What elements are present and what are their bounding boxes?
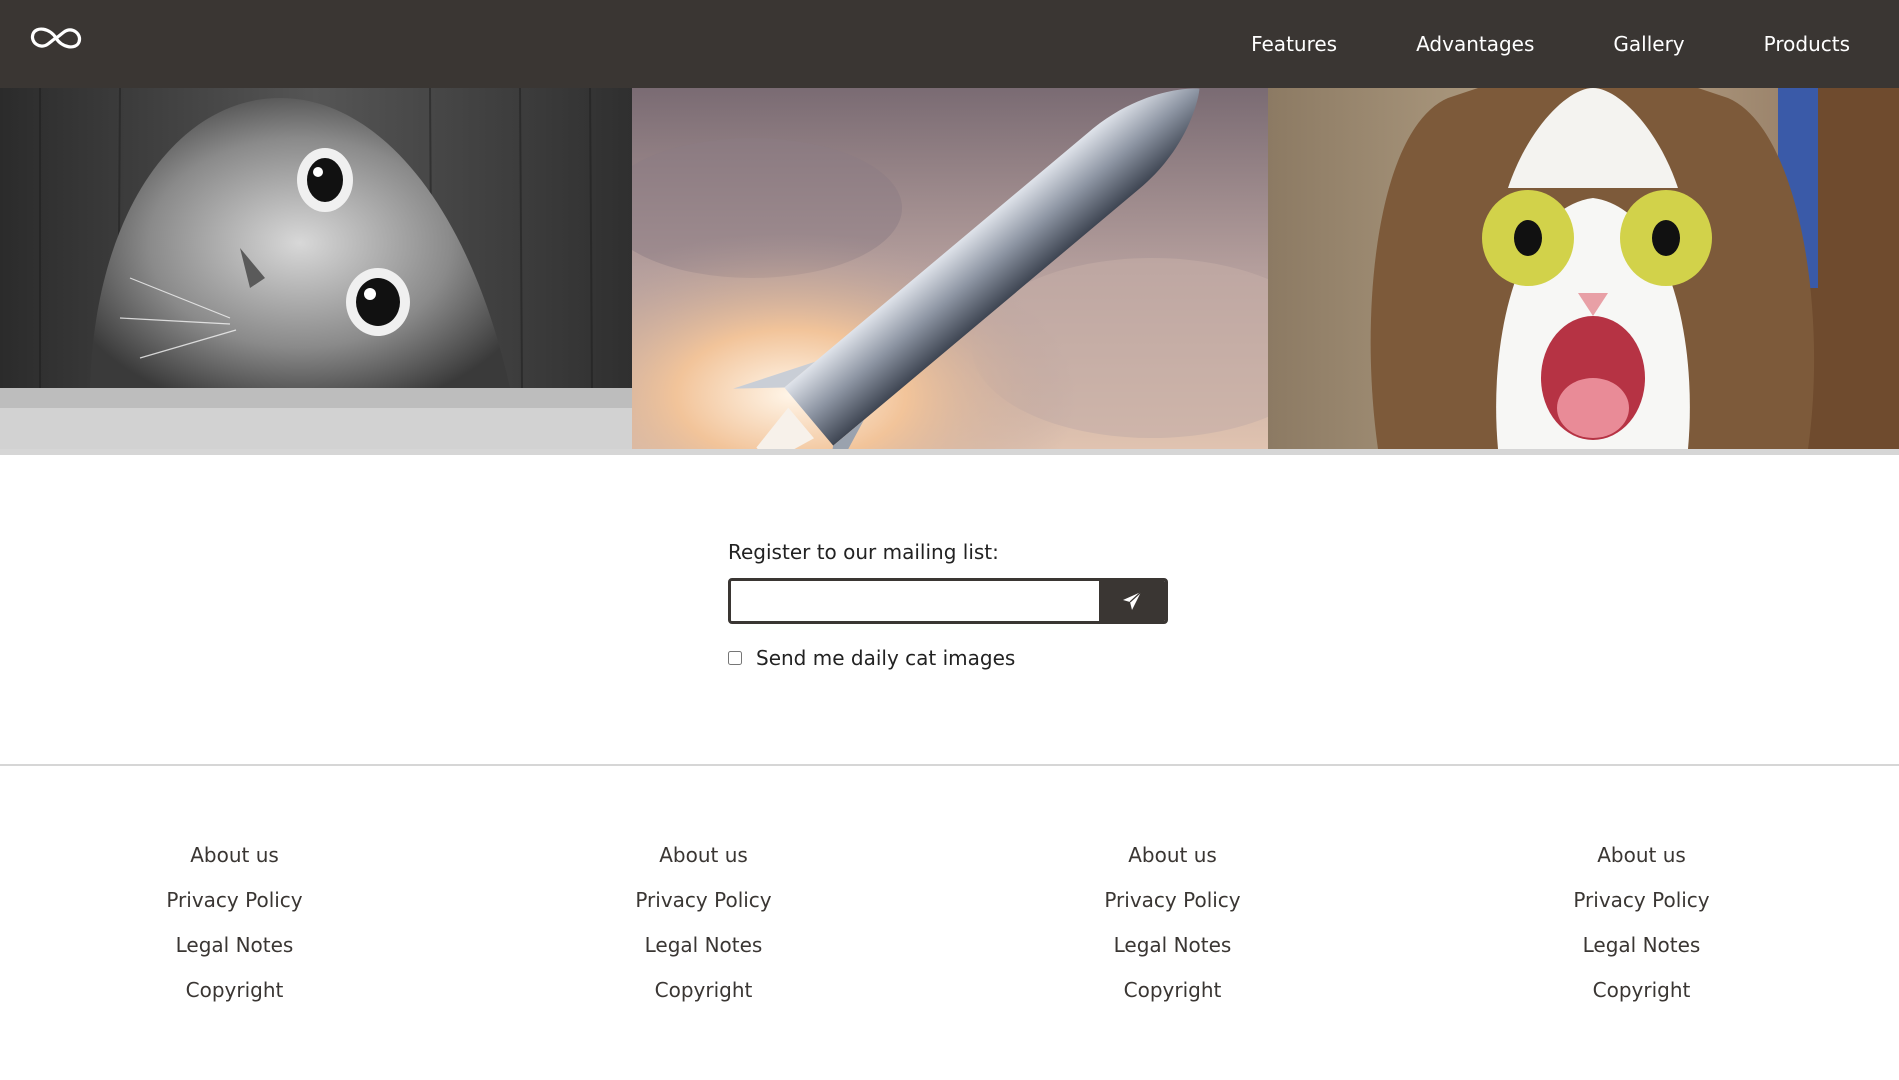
nav-advantages[interactable]: Advantages — [1416, 32, 1534, 56]
hero-gallery — [0, 88, 1899, 449]
cat-images-checkbox-label[interactable]: Send me daily cat images — [756, 646, 1015, 670]
footer-link-privacy-policy[interactable]: Privacy Policy — [1573, 883, 1709, 928]
nav-gallery[interactable]: Gallery — [1613, 32, 1684, 56]
page: Features Advantages Gallery Products Reg… — [0, 0, 1899, 1080]
site-footer: About us Privacy Policy Legal Notes Copy… — [0, 838, 1899, 1018]
footer-link-privacy-policy[interactable]: Privacy Policy — [1104, 883, 1240, 928]
main-nav: Features Advantages Gallery Products — [1251, 0, 1850, 88]
cat-images-checkbox[interactable] — [728, 651, 742, 665]
hero-image-rocket — [632, 88, 1268, 449]
footer-link-legal-notes[interactable]: Legal Notes — [1583, 928, 1701, 973]
hero-image-cat-peeking — [0, 88, 632, 449]
footer-link-legal-notes[interactable]: Legal Notes — [1114, 928, 1232, 973]
footer-link-privacy-policy[interactable]: Privacy Policy — [635, 883, 771, 928]
footer-link-legal-notes[interactable]: Legal Notes — [645, 928, 763, 973]
footer-link-about-us[interactable]: About us — [190, 838, 279, 883]
footer-link-about-us[interactable]: About us — [1128, 838, 1217, 883]
footer-link-copyright[interactable]: Copyright — [1593, 973, 1691, 1018]
footer-link-legal-notes[interactable]: Legal Notes — [176, 928, 294, 973]
site-header: Features Advantages Gallery Products — [0, 0, 1899, 88]
footer-link-about-us[interactable]: About us — [1597, 838, 1686, 883]
mailing-list-label: Register to our mailing list: — [728, 540, 999, 564]
footer-link-copyright[interactable]: Copyright — [655, 973, 753, 1018]
footer-divider — [0, 764, 1899, 766]
footer-column: About us Privacy Policy Legal Notes Copy… — [1407, 838, 1876, 1018]
footer-column: About us Privacy Policy Legal Notes Copy… — [469, 838, 938, 1018]
submit-button[interactable] — [1099, 581, 1165, 621]
footer-link-copyright[interactable]: Copyright — [186, 973, 284, 1018]
subscribe-row — [728, 578, 1168, 624]
footer-link-copyright[interactable]: Copyright — [1124, 973, 1222, 1018]
cat-images-option: Send me daily cat images — [728, 646, 1188, 670]
infinity-icon[interactable] — [26, 22, 86, 54]
footer-link-privacy-policy[interactable]: Privacy Policy — [166, 883, 302, 928]
hero-divider — [0, 449, 1899, 455]
nav-features[interactable]: Features — [1251, 32, 1337, 56]
footer-column: About us Privacy Policy Legal Notes Copy… — [938, 838, 1407, 1018]
paper-plane-icon — [1123, 591, 1142, 610]
mailing-list-form: Register to our mailing list: Send me da… — [728, 540, 1188, 670]
footer-column: About us Privacy Policy Legal Notes Copy… — [0, 838, 469, 1018]
hero-image-surprised-cat — [1268, 88, 1899, 449]
nav-products[interactable]: Products — [1764, 32, 1850, 56]
email-input[interactable] — [731, 581, 1099, 621]
footer-link-about-us[interactable]: About us — [659, 838, 748, 883]
